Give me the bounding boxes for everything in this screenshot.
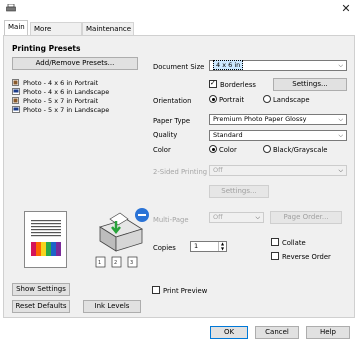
collate-checkbox[interactable]: Collate	[271, 238, 306, 247]
list-item[interactable]: Photo - 5 x 7 in Portrait	[12, 97, 98, 106]
radio-icon	[209, 95, 217, 103]
borderless-checkbox[interactable]: Borderless	[209, 79, 256, 89]
print-preview-label: Print Preview	[163, 287, 208, 295]
paper-preview	[24, 211, 67, 268]
paper-type-select[interactable]: Premium Photo Paper Glossy ⌵	[209, 114, 347, 125]
svg-text:2: 2	[114, 260, 117, 266]
chevron-down-icon: ⌵	[338, 62, 343, 69]
svg-text:3: 3	[130, 260, 133, 266]
preset-label: Photo - 5 x 7 in Landscape	[23, 106, 110, 114]
photo-landscape-icon	[12, 106, 20, 113]
list-item[interactable]: Photo - 5 x 7 in Landscape	[12, 106, 109, 115]
landscape-radio[interactable]: Landscape	[263, 95, 310, 104]
checkbox-icon	[209, 79, 217, 88]
chevron-down-icon: ⌵	[338, 132, 343, 139]
paper-type-label: Paper Type	[153, 117, 191, 125]
photo-portrait-icon	[12, 97, 19, 104]
copies-stepper[interactable]: 1 ▲ ▼	[190, 241, 227, 252]
photo-landscape-icon	[12, 88, 20, 95]
color-option-label: Color	[219, 146, 237, 154]
multi-page-value: Off	[213, 213, 223, 221]
page-order-button[interactable]: Page Order...	[270, 211, 342, 224]
ok-button[interactable]: OK	[210, 326, 248, 339]
chevron-down-icon: ⌵	[338, 116, 343, 123]
tab-more-options[interactable]: More Options	[30, 22, 82, 45]
multi-page-label: Multi-Page	[153, 216, 189, 224]
printer-illustration-icon: 1 2 3	[95, 208, 149, 268]
document-size-select[interactable]: 4 x 6 in ⌵	[209, 60, 347, 71]
copies-label: Copies	[153, 244, 176, 252]
bw-option-label: Black/Grayscale	[273, 146, 328, 154]
ink-levels-button[interactable]: Ink Levels	[83, 300, 141, 313]
svg-text:1: 1	[98, 260, 101, 266]
checkbox-icon	[271, 252, 279, 260]
preset-label: Photo - 4 x 6 in Landscape	[23, 88, 110, 96]
two-sided-select[interactable]: Off ⌵	[209, 165, 347, 176]
orientation-label: Orientation	[153, 97, 192, 105]
color-radio[interactable]: Color	[209, 145, 237, 154]
photo-portrait-icon	[12, 79, 19, 86]
multi-page-select[interactable]: Off ⌵	[209, 212, 264, 223]
quality-value: Standard	[213, 131, 243, 139]
borderless-settings-button[interactable]: Settings...	[273, 78, 347, 91]
quality-select[interactable]: Standard ⌵	[209, 130, 347, 141]
cancel-button[interactable]: Cancel	[255, 326, 299, 339]
tab-main[interactable]: Main	[4, 20, 28, 35]
color-label: Color	[153, 146, 171, 154]
portrait-label: Portrait	[219, 96, 244, 104]
borderless-label: Borderless	[220, 81, 256, 89]
paper-type-value: Premium Photo Paper Glossy	[213, 115, 307, 123]
two-sided-value: Off	[213, 166, 223, 174]
add-remove-presets-button[interactable]: Add/Remove Presets...	[12, 57, 138, 70]
reverse-order-checkbox[interactable]: Reverse Order	[271, 252, 331, 261]
list-item[interactable]: Photo - 4 x 6 in Landscape	[12, 88, 109, 97]
black-grayscale-radio[interactable]: Black/Grayscale	[263, 145, 327, 154]
document-size-label: Document Size	[153, 63, 205, 71]
chevron-down-icon: ⌵	[338, 167, 343, 174]
close-icon[interactable]: ✕	[340, 3, 352, 15]
quality-label: Quality	[153, 131, 178, 139]
radio-icon	[209, 145, 217, 153]
reset-defaults-button[interactable]: Reset Defaults	[12, 300, 70, 313]
two-sided-label: 2-Sided Printing	[153, 168, 208, 176]
landscape-label: Landscape	[273, 96, 310, 104]
footer-bar	[0, 318, 358, 346]
tab-maintenance[interactable]: Maintenance	[82, 22, 134, 35]
checkbox-icon	[152, 286, 160, 294]
help-button[interactable]: Help	[306, 326, 350, 339]
presets-title: Printing Presets	[12, 44, 81, 53]
preset-label: Photo - 5 x 7 in Portrait	[23, 97, 99, 105]
presets-list: Photo - 4 x 6 in Portrait Photo - 4 x 6 …	[12, 75, 136, 199]
two-sided-settings-button[interactable]: Settings...	[209, 185, 269, 198]
preset-label: Photo - 4 x 6 in Portrait	[23, 79, 99, 87]
printer-icon	[6, 4, 16, 12]
checkbox-icon	[271, 238, 279, 246]
reverse-order-label: Reverse Order	[282, 253, 331, 261]
chevron-down-icon: ⌵	[255, 214, 260, 221]
show-settings-button[interactable]: Show Settings	[12, 283, 70, 296]
document-size-value: 4 x 6 in	[213, 60, 244, 70]
radio-icon	[263, 95, 271, 103]
portrait-radio[interactable]: Portrait	[209, 95, 244, 104]
spinner-arrows-icon[interactable]: ▲ ▼	[218, 241, 226, 251]
list-item[interactable]: Photo - 4 x 6 in Portrait	[12, 79, 98, 88]
radio-icon	[263, 145, 271, 153]
paper-preview-graphic	[31, 220, 61, 256]
print-preview-checkbox[interactable]: Print Preview	[152, 286, 207, 295]
copies-value: 1	[194, 242, 199, 250]
collate-label: Collate	[282, 239, 306, 247]
title-bar: ✕	[0, 0, 358, 18]
